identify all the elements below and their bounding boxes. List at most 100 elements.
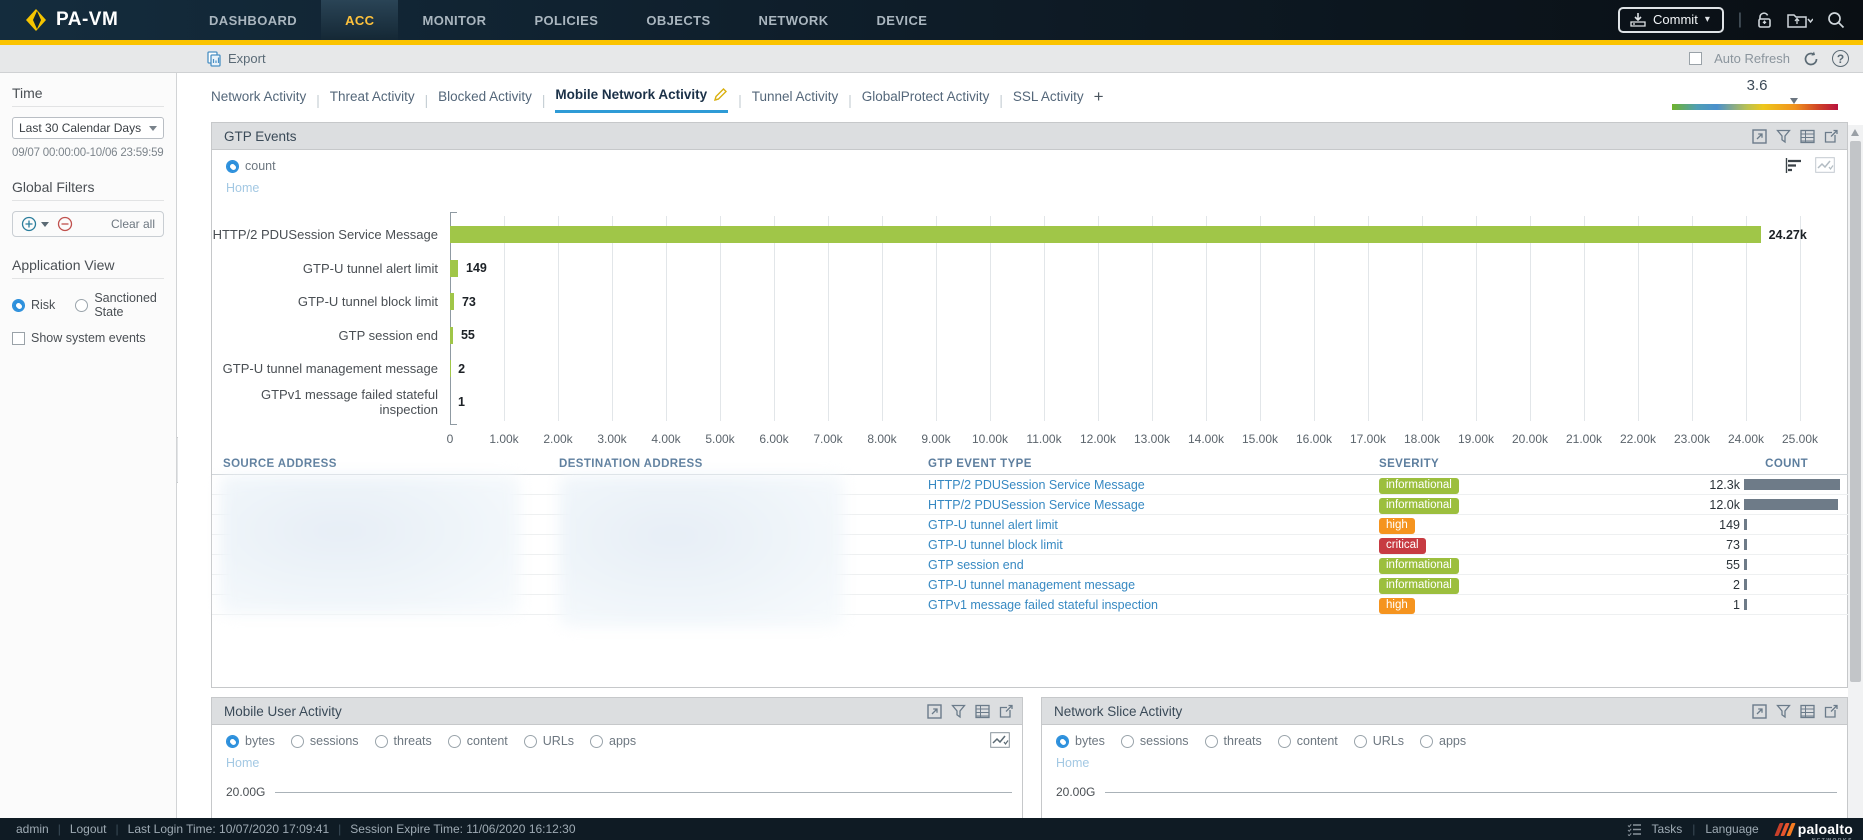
network-slice-breadcrumb-home[interactable]: Home	[1056, 756, 1089, 770]
count-bar	[1744, 519, 1747, 530]
gtp-event-type-link[interactable]: GTP-U tunnel alert limit	[928, 518, 1379, 532]
help-icon[interactable]: ?	[1832, 50, 1849, 67]
add-filter-icon[interactable]	[21, 216, 37, 232]
table-view-icon[interactable]	[1800, 704, 1815, 719]
x-tick-label: 17.00k	[1350, 432, 1386, 446]
logout-link[interactable]: Logout	[70, 822, 107, 836]
sanctioned-state-radio[interactable]	[75, 299, 88, 312]
sanctioned-state-label: Sanctioned State	[94, 291, 164, 319]
severity-badge: critical	[1379, 538, 1426, 554]
tab-mobile-network-activity[interactable]: Mobile Network Activity	[555, 87, 728, 113]
bytes-radio[interactable]	[1056, 735, 1069, 748]
table-view-icon[interactable]	[975, 704, 990, 719]
threats-radio[interactable]	[375, 735, 388, 748]
content-radio[interactable]	[448, 735, 461, 748]
gtp-breadcrumb-home[interactable]: Home	[226, 181, 259, 195]
export-panel-icon[interactable]	[1824, 704, 1839, 719]
risk-radio[interactable]	[12, 299, 25, 312]
scrollbar-up-arrow-icon[interactable]	[1851, 129, 1859, 136]
vertical-scrollbar[interactable]	[1848, 125, 1863, 818]
clear-all-button[interactable]: Clear all	[111, 217, 155, 231]
add-filter-caret-icon[interactable]	[41, 222, 49, 227]
chart-bar-value: 73	[462, 295, 476, 309]
bar-chart-icon[interactable]	[1785, 158, 1803, 173]
show-system-events-checkbox[interactable]	[12, 332, 25, 345]
tab-ssl-activity[interactable]: SSL Activity	[1013, 89, 1084, 112]
nav-item-dashboard[interactable]: DASHBOARD	[185, 0, 321, 40]
URLs-radio[interactable]	[524, 735, 537, 748]
chart-category-label: GTP-U tunnel management message	[212, 361, 438, 376]
tab-network-activity[interactable]: Network Activity	[211, 89, 306, 112]
URLs-radio[interactable]	[1354, 735, 1367, 748]
threats-radio[interactable]	[1205, 735, 1218, 748]
gtp-event-type-link[interactable]: GTP-U tunnel block limit	[928, 538, 1379, 552]
nav-item-network[interactable]: NETWORK	[735, 0, 853, 40]
col-gtp-event-type: GTP EVENT TYPE	[928, 458, 1379, 470]
nav-item-monitor[interactable]: MONITOR	[398, 0, 510, 40]
unlock-icon[interactable]	[1756, 11, 1773, 29]
add-tab-button[interactable]: +	[1094, 87, 1104, 113]
gtp-event-type-link[interactable]: GTPv1 message failed stateful inspection	[928, 598, 1379, 612]
nav-item-policies[interactable]: POLICIES	[510, 0, 622, 40]
nav-item-device[interactable]: DEVICE	[853, 0, 952, 40]
mobile-user-activity-header: Mobile User Activity	[212, 698, 1022, 725]
mobile-user-line-chart-icon[interactable]	[990, 732, 1010, 748]
gtp-event-type-link[interactable]: HTTP/2 PDUSession Service Message	[928, 478, 1379, 492]
apps-radio[interactable]	[590, 735, 603, 748]
remove-filter-icon[interactable]	[57, 216, 73, 232]
tab-globalprotect-activity[interactable]: GlobalProtect Activity	[862, 89, 990, 112]
nav-item-acc[interactable]: ACC	[321, 0, 398, 40]
chart-bar[interactable]	[450, 293, 454, 310]
filter-icon[interactable]	[1776, 704, 1791, 719]
x-tick-label: 8.00k	[867, 432, 896, 446]
gtp-event-type-link[interactable]: GTP session end	[928, 558, 1379, 572]
count-bar	[1744, 579, 1747, 590]
nav-item-objects[interactable]: OBJECTS	[622, 0, 734, 40]
filter-icon[interactable]	[1776, 129, 1791, 144]
line-chart-icon[interactable]	[1815, 157, 1835, 173]
tab-tunnel-activity[interactable]: Tunnel Activity	[752, 89, 839, 112]
table-view-icon[interactable]	[1800, 129, 1815, 144]
scrollbar-thumb[interactable]	[1850, 141, 1861, 682]
chart-bar[interactable]	[450, 260, 458, 277]
count-radio[interactable]	[226, 160, 239, 173]
filter-icon[interactable]	[951, 704, 966, 719]
apps-radio[interactable]	[1420, 735, 1433, 748]
edit-pencil-icon[interactable]	[713, 87, 728, 102]
export-panel-icon[interactable]	[1824, 129, 1839, 144]
sessions-radio[interactable]	[1121, 735, 1134, 748]
mobile-user-breadcrumb-home[interactable]: Home	[226, 756, 259, 770]
network-slice-metric-options: bytessessionsthreatscontentURLsapps	[1056, 734, 1466, 748]
tasks-link[interactable]: Tasks	[1652, 822, 1683, 836]
chart-category-label: GTP session end	[212, 328, 438, 343]
export-panel-icon[interactable]	[999, 704, 1014, 719]
tab-separator: |	[425, 93, 429, 108]
maximize-icon[interactable]	[1752, 129, 1767, 144]
tab-threat-activity[interactable]: Threat Activity	[330, 89, 415, 112]
chart-type-switcher	[1785, 157, 1835, 173]
bytes-radio[interactable]	[226, 735, 239, 748]
commit-button[interactable]: Commit ▾	[1618, 7, 1724, 33]
risk-radio-label: Risk	[31, 298, 55, 312]
count-radio-label: count	[245, 159, 276, 173]
search-icon[interactable]	[1827, 11, 1845, 29]
col-count: COUNT	[1591, 458, 1848, 470]
maximize-icon[interactable]	[1752, 704, 1767, 719]
gtp-event-type-link[interactable]: GTP-U tunnel management message	[928, 578, 1379, 592]
language-link[interactable]: Language	[1705, 822, 1758, 836]
x-tick-label: 15.00k	[1242, 432, 1278, 446]
auto-refresh-checkbox[interactable]	[1689, 52, 1702, 65]
maximize-icon[interactable]	[927, 704, 942, 719]
export-button[interactable]: Export	[0, 51, 266, 67]
chart-bar[interactable]	[450, 327, 453, 344]
time-range-select[interactable]: Last 30 Calendar Days	[12, 117, 164, 139]
content-radio[interactable]	[1278, 735, 1291, 748]
sessions-radio[interactable]	[291, 735, 304, 748]
save-load-config-icon[interactable]	[1787, 11, 1813, 29]
refresh-icon[interactable]	[1802, 50, 1820, 68]
x-tick-label: 7.00k	[813, 432, 842, 446]
tab-blocked-activity[interactable]: Blocked Activity	[438, 89, 532, 112]
chart-bar[interactable]	[450, 226, 1761, 243]
pa-logo-icon	[24, 8, 48, 32]
gtp-event-type-link[interactable]: HTTP/2 PDUSession Service Message	[928, 498, 1379, 512]
